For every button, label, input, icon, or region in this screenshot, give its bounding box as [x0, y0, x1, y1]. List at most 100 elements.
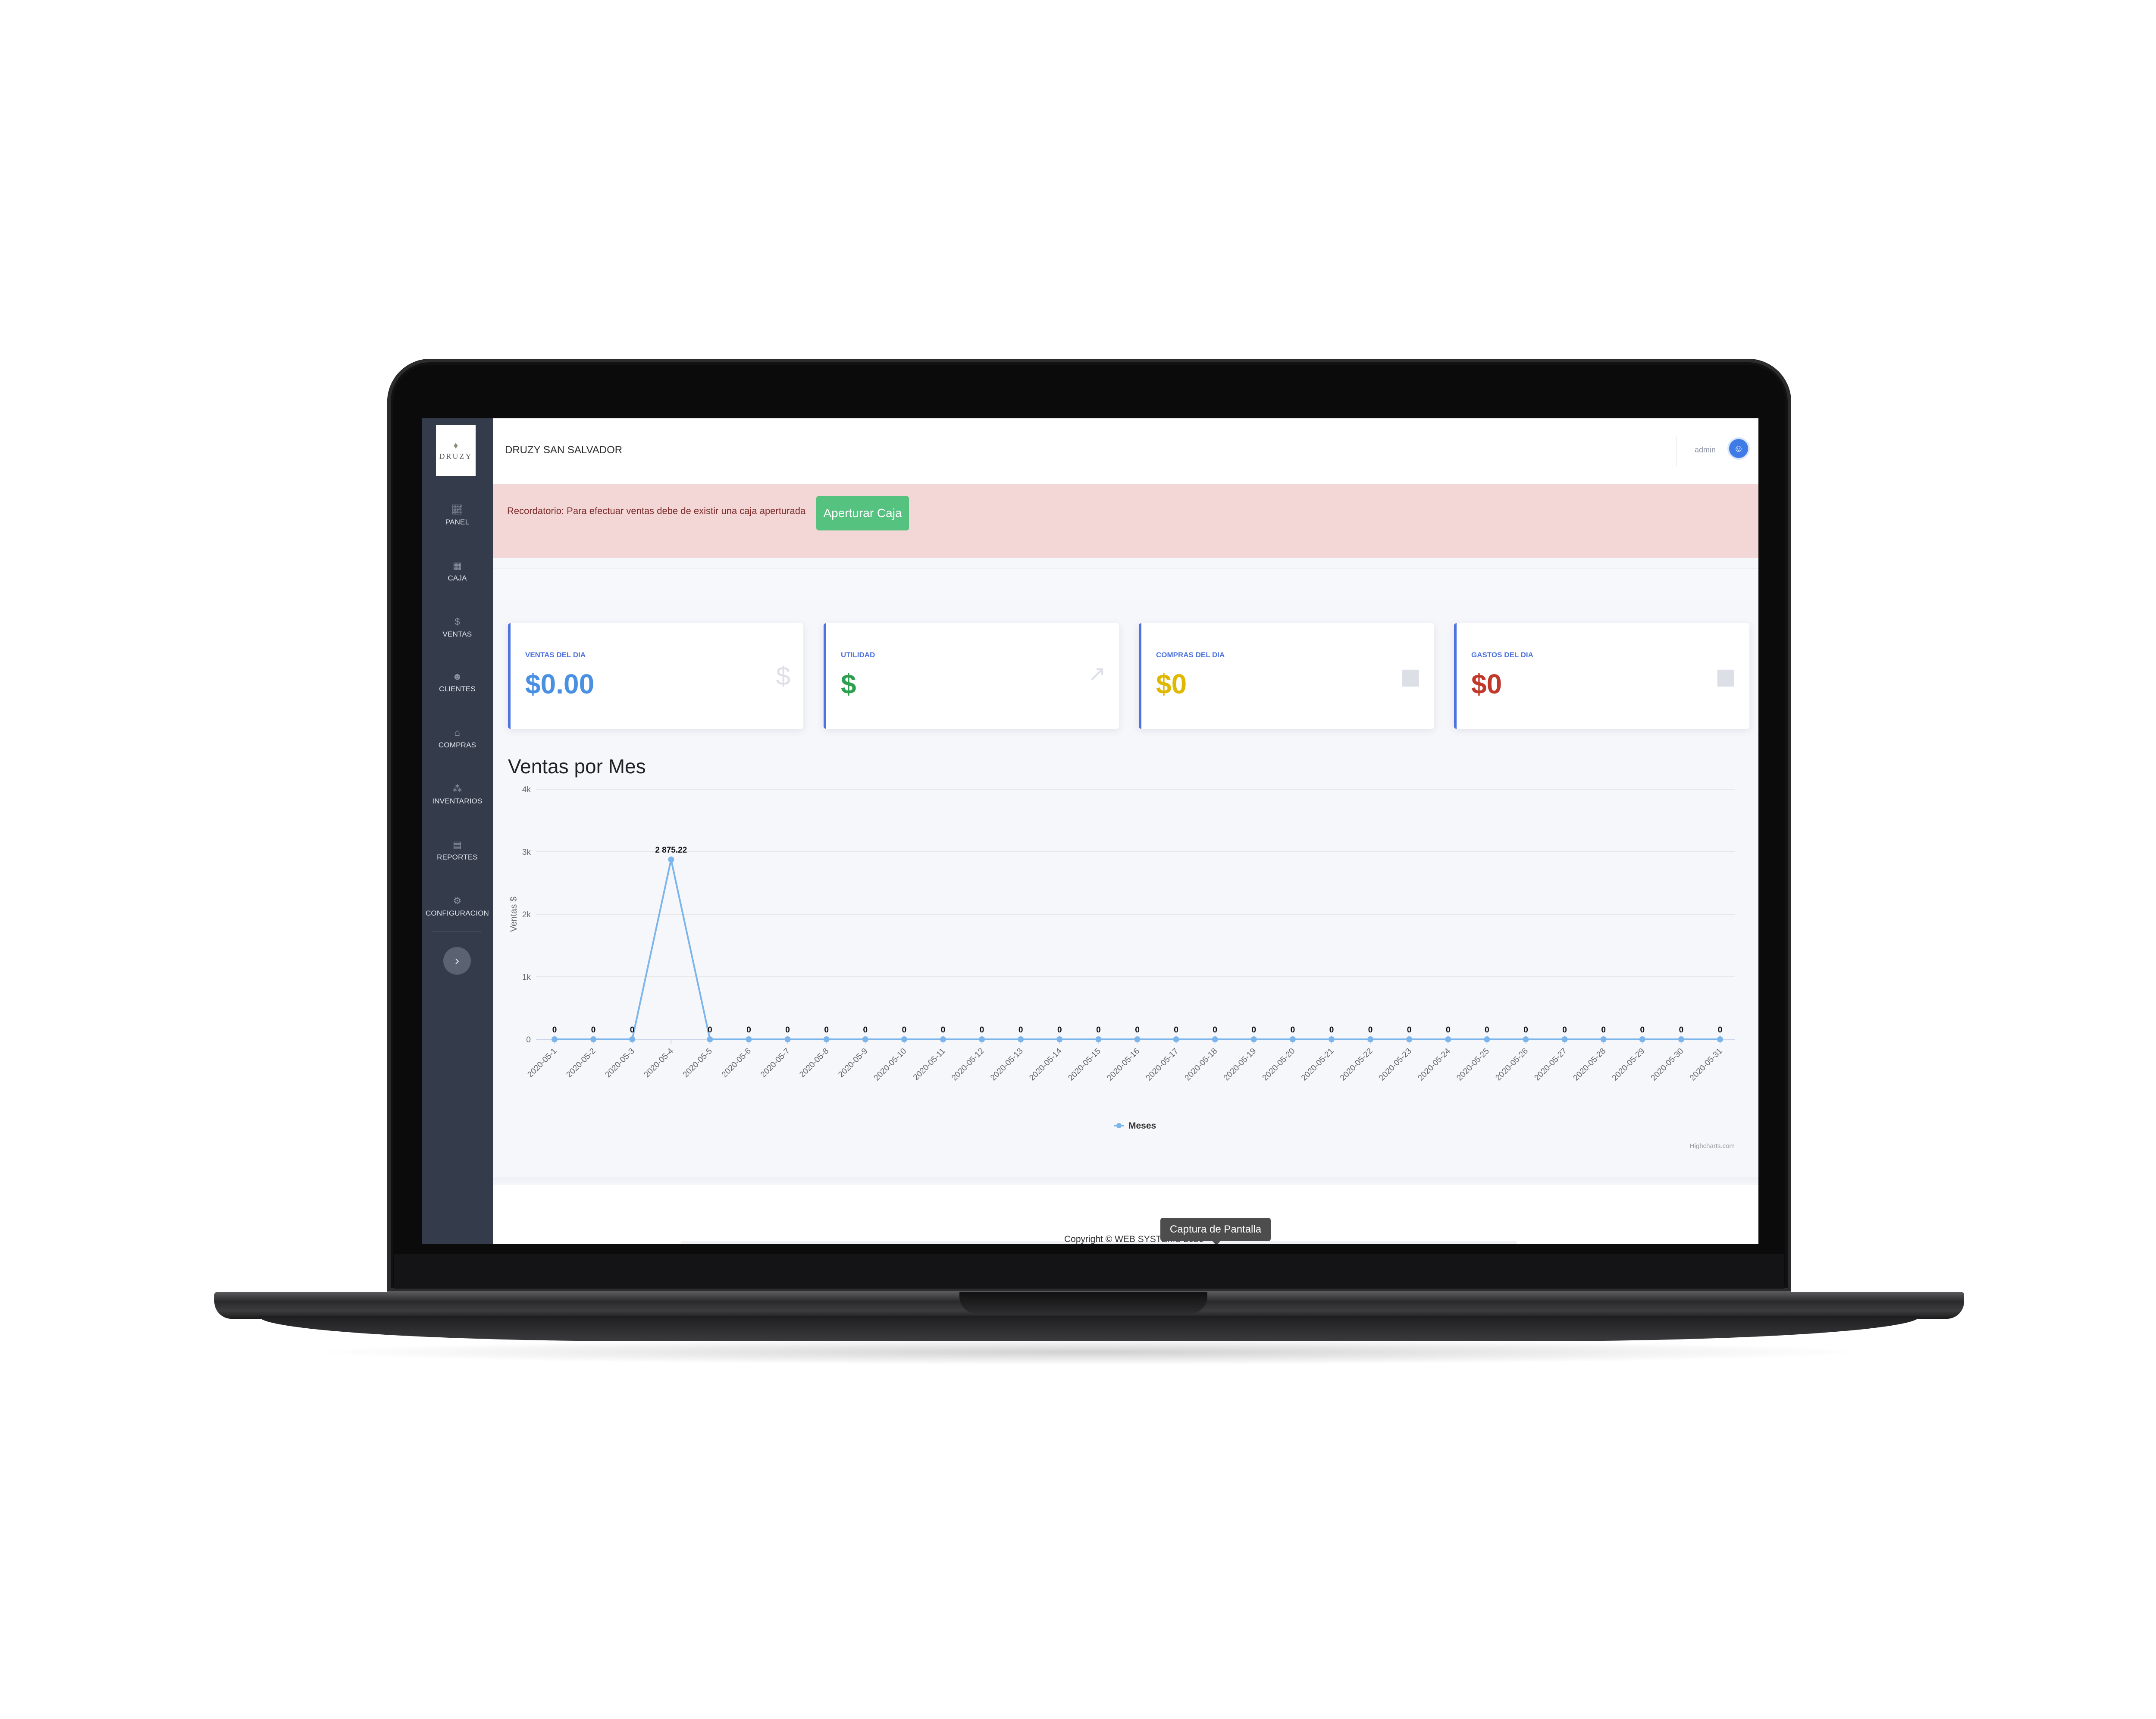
x-tick-label: 2020-05-30 — [1649, 1047, 1686, 1083]
sidebar-item-panel[interactable]: 📈︎ PANEL — [422, 494, 493, 537]
logo[interactable]: ♦ DRUZY — [436, 425, 476, 476]
content-band — [493, 568, 1758, 602]
data-point — [552, 1036, 558, 1042]
data-point — [1212, 1036, 1218, 1042]
x-tick-label: 2020-05-26 — [1494, 1047, 1530, 1083]
sidebar-item-label: CONFIGURACION — [425, 909, 489, 917]
x-tick-label: 2020-05-29 — [1611, 1047, 1647, 1083]
data-label: 0 — [1057, 1026, 1062, 1035]
data-point — [1095, 1036, 1102, 1042]
data-label: 0 — [863, 1026, 868, 1035]
data-point — [1484, 1036, 1490, 1042]
x-tick-label: 2020-05-24 — [1416, 1046, 1452, 1082]
card-value: $0.00 — [525, 668, 595, 700]
data-point — [1289, 1036, 1296, 1042]
laptop-shadow — [302, 1339, 1877, 1365]
data-point — [1250, 1036, 1257, 1042]
data-label: 0 — [785, 1026, 790, 1035]
sidebar-item-configuracion[interactable]: ⚙ CONFIGURACION — [422, 885, 493, 928]
sidebar-item-ventas[interactable]: $ VENTAS — [422, 606, 493, 649]
boxes-icon: ⁂ — [452, 783, 462, 794]
data-point — [784, 1036, 791, 1042]
data-label: 0 — [1096, 1026, 1101, 1035]
x-tick-label: 2020-05-17 — [1144, 1047, 1181, 1083]
user-name[interactable]: admin — [1695, 445, 1716, 455]
legend-marker — [1116, 1123, 1122, 1128]
data-point — [1056, 1036, 1063, 1042]
data-point — [1329, 1036, 1335, 1042]
sidebar-item-inventarios[interactable]: ⁂ INVENTARIOS — [422, 773, 493, 816]
x-tick-label: 2020-05-9 — [837, 1047, 869, 1079]
card-label: COMPRAS DEL DIA — [1156, 651, 1225, 659]
data-point — [1678, 1036, 1684, 1042]
topbar-divider — [1676, 436, 1677, 467]
avatar[interactable]: ☺ — [1727, 437, 1750, 460]
x-tick-label: 2020-05-8 — [798, 1047, 830, 1079]
data-label: 0 — [1213, 1026, 1217, 1035]
data-point — [746, 1036, 752, 1042]
data-point — [1600, 1036, 1607, 1042]
data-point — [979, 1036, 985, 1042]
data-point — [1639, 1036, 1645, 1042]
data-label: 0 — [1252, 1026, 1257, 1035]
data-point — [1367, 1036, 1374, 1042]
data-label: 0 — [1485, 1026, 1489, 1035]
sidebar-item-caja[interactable]: ▦ CAJA — [422, 550, 493, 593]
cogs-icon: ⚙ — [453, 895, 462, 906]
data-point — [1445, 1036, 1451, 1042]
x-tick-label: 2020-05-18 — [1183, 1047, 1219, 1083]
sidebar-item-label: VENTAS — [442, 630, 472, 638]
sidebar-item-label: PANEL — [445, 518, 470, 526]
data-point — [901, 1036, 907, 1042]
data-label: 0 — [1679, 1026, 1684, 1035]
card-value: $ — [841, 668, 856, 700]
laptop-base-bottom — [259, 1316, 1920, 1341]
sales-chart: 01k2k3k4kVentas $2020-05-1 2020-05-2 2020-… — [509, 785, 1735, 1150]
card-label: GASTOS DEL DIA — [1471, 651, 1533, 659]
sidebar-item-label: CLIENTES — [439, 685, 476, 693]
card-value: $0 — [1471, 668, 1502, 700]
open-register-button[interactable]: Aperturar Caja — [816, 496, 909, 530]
data-point — [1561, 1036, 1568, 1042]
sidebar-item-label: REPORTES — [437, 853, 478, 861]
data-label: 0 — [1562, 1026, 1567, 1035]
top-bar: DRUZY SAN SALVADOR admin ☺ — [493, 418, 1758, 484]
data-label: 0 — [1407, 1026, 1412, 1035]
x-tick-label: 2020-05-13 — [989, 1047, 1025, 1083]
y-tick-label: 3k — [522, 848, 531, 857]
bag-icon: ◼ — [1400, 662, 1421, 690]
sidebar-item-clientes[interactable]: ☻ CLIENTES — [422, 661, 493, 704]
x-tick-label: 2020-05-12 — [950, 1047, 986, 1083]
card-label: UTILIDAD — [841, 651, 875, 659]
alert-text: Recordatorio: Para efectuar ventas debe … — [507, 505, 806, 516]
sidebar-item-reportes[interactable]: ▤ REPORTES — [422, 829, 493, 872]
x-tick-label: 2020-05-27 — [1533, 1047, 1569, 1083]
chart-card-edge — [493, 1177, 1758, 1185]
x-tick-label: 2020-05-10 — [872, 1047, 909, 1083]
user-icon: ☺ — [1733, 443, 1744, 454]
users-icon: ☻ — [452, 671, 463, 682]
sidebar-item-compras[interactable]: ⌂ COMPRAS — [422, 717, 493, 760]
data-point — [1406, 1036, 1413, 1042]
x-tick-label: 2020-05-28 — [1572, 1047, 1608, 1083]
card-compras-del-dia: COMPRAS DEL DIA $0 ◼ — [1139, 623, 1434, 729]
data-label: 0 — [1291, 1026, 1295, 1035]
y-tick-label: 4k — [522, 785, 531, 794]
data-label: 0 — [1329, 1026, 1334, 1035]
register-icon: ▦ — [453, 560, 462, 571]
data-label: 0 — [591, 1026, 596, 1035]
laptop-bezel-bottom — [394, 1254, 1784, 1289]
x-tick-label: 2020-05-15 — [1066, 1047, 1103, 1083]
card-value: $0 — [1156, 668, 1187, 700]
series-line — [555, 859, 1720, 1040]
y-axis-title: Ventas $ — [509, 897, 519, 932]
data-label: 0 — [1601, 1026, 1606, 1035]
chart-line-icon: ↗ — [1088, 662, 1106, 686]
data-point — [590, 1036, 597, 1042]
data-label: 0 — [824, 1026, 829, 1035]
sidebar-collapse-button[interactable]: › — [443, 947, 471, 975]
data-label: 0 — [1135, 1026, 1140, 1035]
data-point — [668, 856, 674, 863]
x-tick-label: 2020-05-16 — [1105, 1047, 1141, 1083]
data-label: 0 — [1523, 1026, 1528, 1035]
